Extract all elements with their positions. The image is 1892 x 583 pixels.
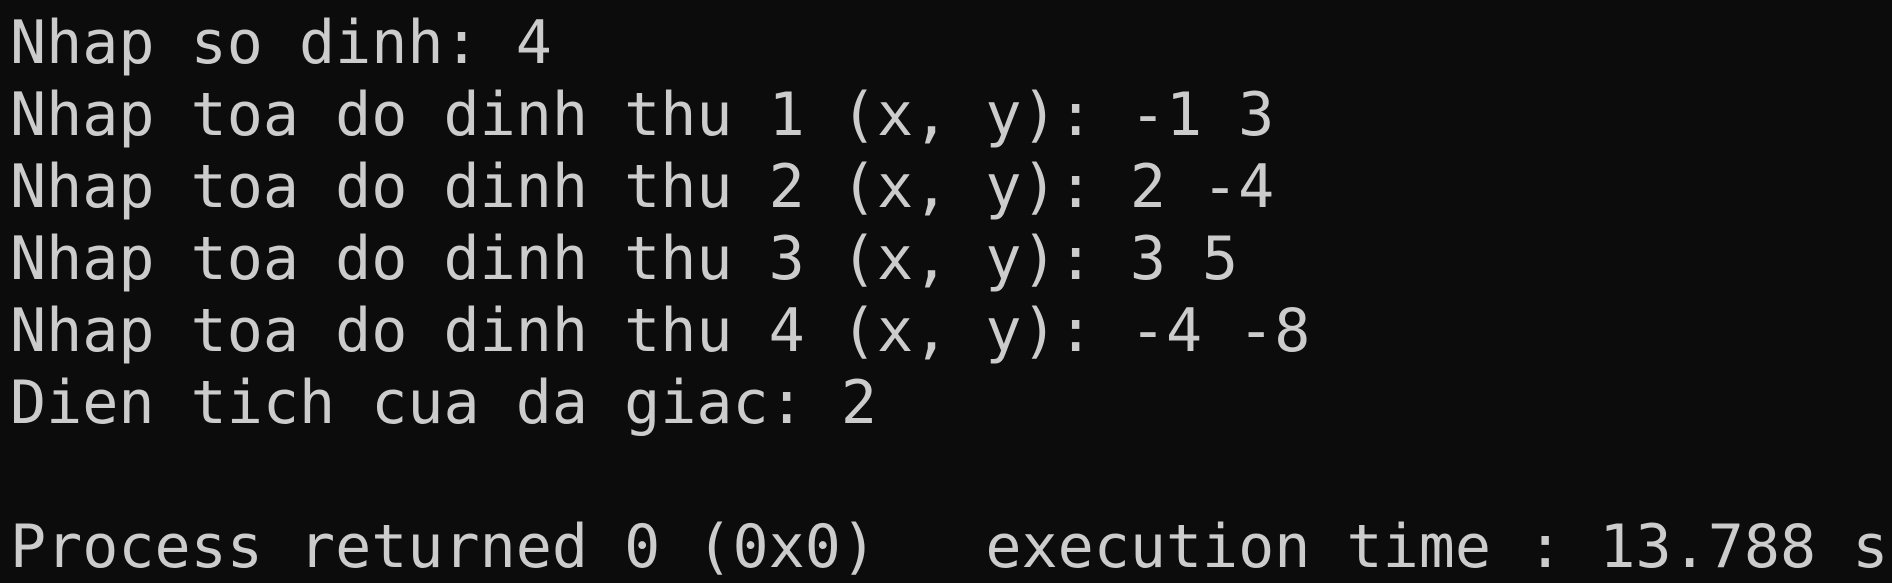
console-line-vertex-2: Nhap toa do dinh thu 2 (x, y): 2 -4 bbox=[10, 152, 1275, 222]
console-line-vertex-3: Nhap toa do dinh thu 3 (x, y): 3 5 bbox=[10, 224, 1239, 294]
console-line-process-status: Process returned 0 (0x0) execution time … bbox=[10, 512, 1889, 582]
console-output: Nhap so dinh: 4 Nhap toa do dinh thu 1 (x… bbox=[0, 0, 1892, 583]
console-line-area-result: Dien tich cua da giac: 2 bbox=[10, 368, 877, 438]
console-line-vertex-1: Nhap toa do dinh thu 1 (x, y): -1 3 bbox=[10, 80, 1275, 150]
console-line-vertex-count: Nhap so dinh: 4 bbox=[10, 8, 552, 78]
console-line-vertex-4: Nhap toa do dinh thu 4 (x, y): -4 -8 bbox=[10, 296, 1311, 366]
